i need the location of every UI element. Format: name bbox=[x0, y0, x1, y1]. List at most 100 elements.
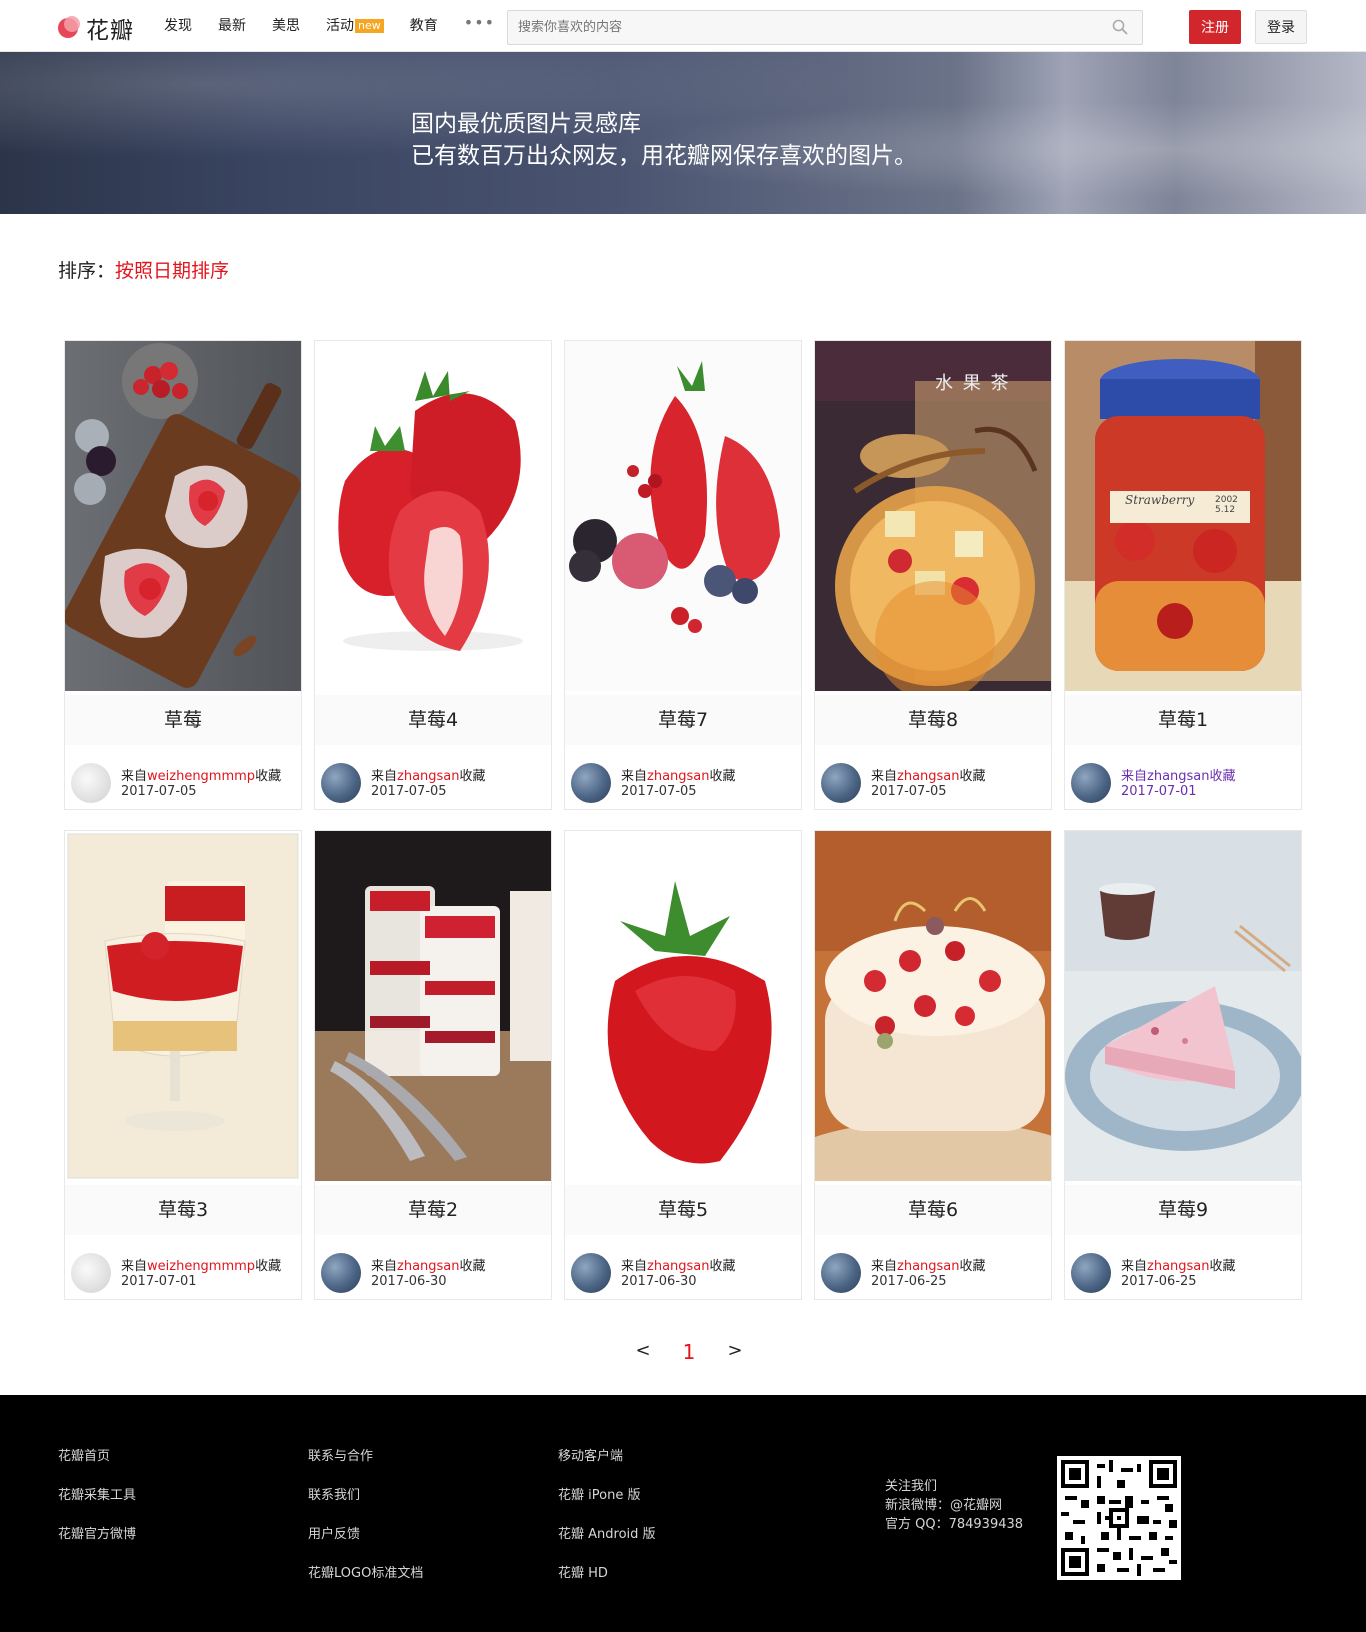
pin-date: 2017-07-05 bbox=[871, 784, 947, 799]
pin-card[interactable]: 草莓6 来自zhangsan收藏 2017-06-25 bbox=[814, 830, 1052, 1300]
user-link[interactable]: zhangsan bbox=[897, 1259, 960, 1274]
avatar[interactable] bbox=[71, 763, 111, 803]
pin-card[interactable]: 水 果 茶 草莓8 来自zhangsan收藏 2017-07-05 bbox=[814, 340, 1052, 810]
pin-date: 2017-07-05 bbox=[621, 784, 697, 799]
pin-date: 2017-07-01 bbox=[1121, 784, 1197, 799]
pin-card[interactable]: 草莓3 来自weizhengmmmp收藏 2017-07-01 bbox=[64, 830, 302, 1300]
from-suffix: 收藏 bbox=[709, 1259, 736, 1274]
search-icon[interactable] bbox=[1112, 19, 1128, 35]
pin-image[interactable] bbox=[565, 341, 801, 691]
nav-latest[interactable]: 最新 bbox=[218, 15, 246, 35]
pin-card[interactable]: 草莓2 来自zhangsan收藏 2017-06-30 bbox=[314, 830, 552, 1300]
avatar[interactable] bbox=[1071, 1253, 1111, 1293]
pin-title[interactable]: 草莓2 bbox=[315, 1185, 551, 1235]
logo-petal-icon bbox=[58, 16, 82, 40]
user-link[interactable]: weizhengmmmp bbox=[147, 769, 255, 784]
hero-banner: 国内最优质图片灵感库 已有数百万出众网友，用花瓣网保存喜欢的图片。 bbox=[0, 52, 1366, 214]
pin-card[interactable]: 草莓7 来自zhangsan收藏 2017-07-05 bbox=[564, 340, 802, 810]
main-nav: 发现 最新 美思 活动 new 教育 ••• bbox=[164, 13, 521, 35]
avatar[interactable] bbox=[321, 763, 361, 803]
footer-link-collect-tool[interactable]: 花瓣采集工具 bbox=[58, 1484, 136, 1523]
banner-headline: 国内最优质图片灵感库 bbox=[411, 111, 641, 137]
pin-card[interactable]: 草莓4 来自zhangsan收藏 2017-07-05 bbox=[314, 340, 552, 810]
footer-contact: 关注我们 新浪微博：@花瓣网 官方 QQ：784939438 bbox=[885, 1477, 1023, 1534]
pin-source: 来自zhangsan收藏 bbox=[371, 1255, 486, 1274]
avatar[interactable] bbox=[1071, 763, 1111, 803]
user-link[interactable]: zhangsan bbox=[1147, 769, 1210, 784]
avatar[interactable] bbox=[321, 1253, 361, 1293]
prev-page-button[interactable]: < bbox=[620, 1340, 666, 1364]
search-input[interactable] bbox=[508, 11, 1088, 44]
pin-title[interactable]: 草莓1 bbox=[1065, 695, 1301, 745]
user-link[interactable]: zhangsan bbox=[647, 1259, 710, 1274]
nav-activity-label: 活动 bbox=[326, 18, 354, 34]
avatar[interactable] bbox=[821, 763, 861, 803]
pin-image[interactable] bbox=[65, 831, 301, 1181]
user-link[interactable]: zhangsan bbox=[1147, 1259, 1210, 1274]
footer-link-cooperation[interactable]: 联系与合作 bbox=[308, 1445, 423, 1484]
user-link[interactable]: zhangsan bbox=[397, 769, 460, 784]
new-badge: new bbox=[355, 19, 384, 33]
nav-activity[interactable]: 活动 new bbox=[326, 15, 384, 35]
footer-link-logo-doc[interactable]: 花瓣LOGO标准文档 bbox=[308, 1562, 423, 1601]
pin-meta: 来自zhangsan收藏 2017-06-30 bbox=[565, 1235, 801, 1299]
pin-title[interactable]: 草莓3 bbox=[65, 1185, 301, 1235]
pin-source: 来自zhangsan收藏 bbox=[871, 1255, 986, 1274]
pin-image[interactable] bbox=[65, 341, 301, 691]
pin-meta: 来自zhangsan收藏 2017-07-05 bbox=[565, 745, 801, 809]
avatar[interactable] bbox=[71, 1253, 111, 1293]
user-link[interactable]: zhangsan bbox=[897, 769, 960, 784]
user-link[interactable]: zhangsan bbox=[397, 1259, 460, 1274]
avatar[interactable] bbox=[571, 1253, 611, 1293]
pin-image[interactable] bbox=[565, 831, 801, 1181]
from-suffix: 收藏 bbox=[459, 769, 486, 784]
site-logo[interactable]: 花瓣 bbox=[58, 11, 134, 45]
pin-title[interactable]: 草莓4 bbox=[315, 695, 551, 745]
pin-image[interactable] bbox=[1065, 831, 1301, 1181]
pin-image[interactable] bbox=[815, 831, 1051, 1181]
user-link[interactable]: weizhengmmmp bbox=[147, 1259, 255, 1274]
pin-title[interactable]: 草莓7 bbox=[565, 695, 801, 745]
pin-card[interactable]: 草莓5 来自zhangsan收藏 2017-06-30 bbox=[564, 830, 802, 1300]
pagination: < 1 > bbox=[620, 1340, 758, 1364]
pin-card[interactable]: 草莓9 来自zhangsan收藏 2017-06-25 bbox=[1064, 830, 1302, 1300]
nav-education[interactable]: 教育 bbox=[410, 15, 438, 35]
pin-title[interactable]: 草莓5 bbox=[565, 1185, 801, 1235]
pin-title[interactable]: 草莓 bbox=[65, 695, 301, 745]
jar-label-date: 2002 5.12 bbox=[1215, 495, 1238, 515]
from-prefix: 来自 bbox=[371, 1259, 398, 1274]
logo-text: 花瓣 bbox=[86, 18, 134, 44]
user-link[interactable]: zhangsan bbox=[647, 769, 710, 784]
pin-title[interactable]: 草莓9 bbox=[1065, 1185, 1301, 1235]
from-suffix: 收藏 bbox=[255, 769, 282, 784]
footer-link-weibo[interactable]: 花瓣官方微博 bbox=[58, 1523, 136, 1562]
pin-title[interactable]: 草莓8 bbox=[815, 695, 1051, 745]
pin-image[interactable] bbox=[315, 341, 551, 691]
footer-link-iphone[interactable]: 花瓣 iPone 版 bbox=[558, 1484, 656, 1523]
nav-meisi[interactable]: 美思 bbox=[272, 15, 300, 35]
register-button[interactable]: 注册 bbox=[1189, 10, 1241, 44]
footer-link-contact-us[interactable]: 联系我们 bbox=[308, 1484, 423, 1523]
qr-code-icon bbox=[1057, 1456, 1181, 1580]
avatar[interactable] bbox=[821, 1253, 861, 1293]
pin-card[interactable]: Strawberry 2002 5.12 草莓1 来自zhangsan收藏 20… bbox=[1064, 340, 1302, 810]
top-header: 花瓣 发现 最新 美思 活动new 教育 ••• 注册 登录 bbox=[0, 0, 1366, 52]
pin-image[interactable]: 水 果 茶 bbox=[815, 341, 1051, 691]
footer-link-home[interactable]: 花瓣首页 bbox=[58, 1445, 136, 1484]
pin-image[interactable]: Strawberry 2002 5.12 bbox=[1065, 341, 1301, 691]
nav-discover[interactable]: 发现 bbox=[164, 15, 192, 35]
pin-card[interactable]: 草莓 来自weizhengmmmp收藏 2017-07-05 bbox=[64, 340, 302, 810]
current-page[interactable]: 1 bbox=[666, 1340, 712, 1364]
footer-link-android[interactable]: 花瓣 Android 版 bbox=[558, 1523, 656, 1562]
pin-date: 2017-06-25 bbox=[871, 1274, 947, 1289]
pin-image[interactable] bbox=[315, 831, 551, 1181]
sort-by-date-link[interactable]: 按照日期排序 bbox=[115, 260, 229, 282]
footer-link-mobile[interactable]: 移动客户端 bbox=[558, 1445, 656, 1484]
login-button[interactable]: 登录 bbox=[1255, 10, 1307, 44]
avatar[interactable] bbox=[571, 763, 611, 803]
footer-link-feedback[interactable]: 用户反馈 bbox=[308, 1523, 423, 1562]
next-page-button[interactable]: > bbox=[712, 1340, 758, 1364]
pin-title[interactable]: 草莓6 bbox=[815, 1185, 1051, 1235]
more-menu-icon[interactable]: ••• bbox=[464, 13, 495, 35]
footer-link-hd[interactable]: 花瓣 HD bbox=[558, 1562, 656, 1601]
